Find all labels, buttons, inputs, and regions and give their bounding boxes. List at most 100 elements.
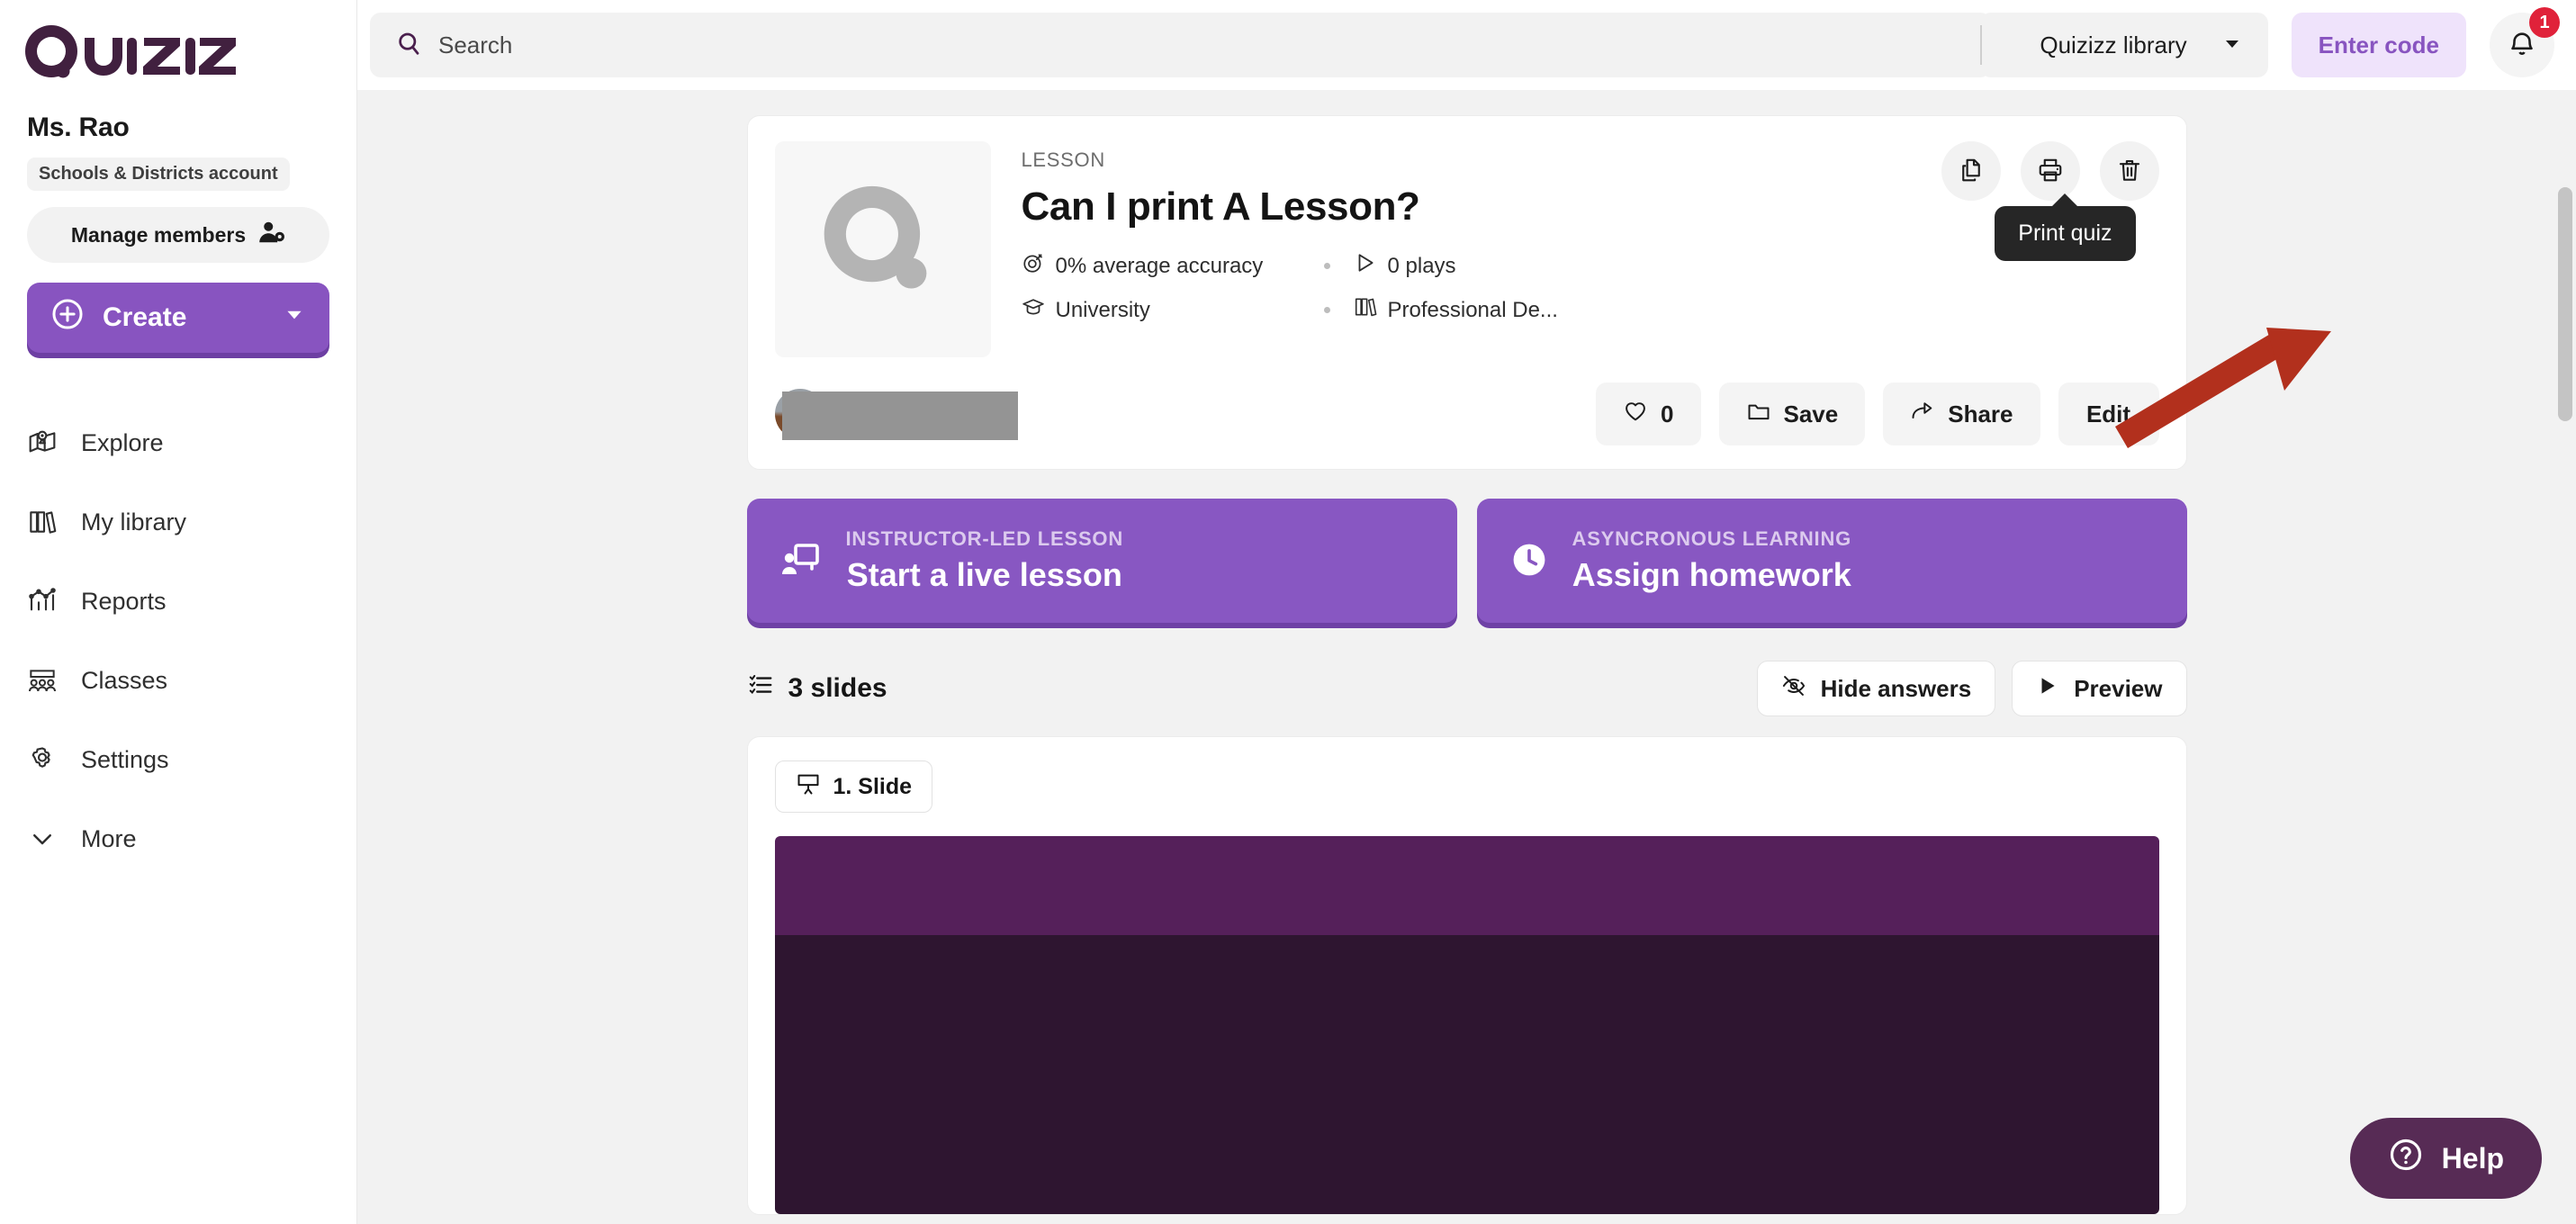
save-label: Save bbox=[1783, 400, 1839, 428]
sidebar-item-classes[interactable]: Classes bbox=[27, 641, 356, 720]
chevron-down-icon bbox=[2221, 32, 2243, 58]
manage-members-button[interactable]: Manage members bbox=[27, 207, 329, 263]
map-pin-icon bbox=[27, 428, 58, 458]
folder-icon bbox=[1746, 399, 1771, 430]
sidebar-item-label: Settings bbox=[81, 745, 169, 773]
slide-preview[interactable] bbox=[774, 836, 2159, 1214]
plus-circle-icon bbox=[50, 297, 85, 338]
quizizz-logo[interactable] bbox=[0, 0, 356, 84]
hide-answers-label: Hide answers bbox=[1820, 674, 1972, 702]
sidebar-item-label: Reports bbox=[81, 587, 167, 615]
meta-separator bbox=[1323, 307, 1330, 313]
lesson-mode-banners: INSTRUCTOR-LED LESSON Start a live lesso… bbox=[746, 499, 2187, 623]
meta-grade: University bbox=[1022, 295, 1301, 325]
lesson-action-buttons: 0 Save Share Edit bbox=[1596, 382, 2159, 446]
meta-row: University Professional De... bbox=[1022, 295, 2159, 325]
lesson-card: LESSON Can I print A Lesson? 0% average … bbox=[746, 115, 2187, 470]
author-info bbox=[774, 382, 1045, 446]
search-icon bbox=[395, 30, 422, 61]
books-icon bbox=[1354, 295, 1377, 325]
divider bbox=[1980, 25, 1983, 65]
target-icon bbox=[1022, 251, 1045, 281]
assign-homework-banner[interactable]: ASYNCRONOUS LEARNING Assign homework bbox=[1476, 499, 2187, 623]
duplicate-icon bbox=[1958, 157, 1985, 186]
preview-button[interactable]: Preview bbox=[2012, 661, 2187, 716]
banner-title: Start a live lesson bbox=[846, 556, 1122, 593]
sidebar-item-explore[interactable]: Explore bbox=[27, 403, 356, 482]
meta-separator bbox=[1323, 263, 1330, 269]
books-icon bbox=[27, 507, 58, 537]
question-circle-icon bbox=[2388, 1137, 2424, 1180]
preview-label: Preview bbox=[2074, 674, 2163, 702]
search-input[interactable]: Search bbox=[370, 13, 1992, 77]
meta-accuracy: 0% average accuracy bbox=[1022, 251, 1301, 281]
delete-button[interactable] bbox=[2099, 141, 2159, 201]
sidebar-item-label: More bbox=[81, 824, 137, 852]
enter-code-button[interactable]: Enter code bbox=[2291, 13, 2466, 77]
create-label: Create bbox=[103, 302, 187, 332]
bell-icon bbox=[2507, 29, 2537, 62]
content-scrollbar[interactable] bbox=[2558, 187, 2572, 1224]
list-icon bbox=[747, 671, 774, 706]
slides-count: 3 slides bbox=[747, 671, 887, 706]
banner-kicker: INSTRUCTOR-LED LESSON bbox=[845, 527, 1124, 550]
banner-kicker: ASYNCRONOUS LEARNING bbox=[1572, 527, 1852, 550]
slides-tools: Hide answers Preview bbox=[1756, 661, 2187, 716]
save-button[interactable]: Save bbox=[1718, 382, 1866, 446]
people-icon bbox=[27, 665, 58, 696]
sidebar-item-reports[interactable]: Reports bbox=[27, 562, 356, 641]
sidebar-item-label: My library bbox=[81, 508, 187, 536]
app-root: Ms. Rao Schools & Districts account Mana… bbox=[0, 0, 2576, 1224]
duplicate-button[interactable] bbox=[1941, 141, 2001, 201]
slide-number-badge[interactable]: 1. Slide bbox=[774, 760, 933, 813]
delete-icon bbox=[2116, 157, 2143, 186]
meta-grade-text: University bbox=[1055, 297, 1150, 322]
print-button[interactable] bbox=[2020, 141, 2080, 201]
slide-band-top bbox=[774, 836, 2159, 935]
like-button[interactable]: 0 bbox=[1596, 382, 1701, 446]
sidebar-item-my-library[interactable]: My library bbox=[27, 482, 356, 562]
main-area: Search Quizizz library Enter code 1 LESS… bbox=[357, 0, 2576, 1224]
edit-button[interactable]: Edit bbox=[2058, 382, 2159, 446]
lesson-meta: 0% average accuracy 0 plays University P… bbox=[1022, 251, 2159, 325]
lesson-card-actions bbox=[1941, 141, 2159, 201]
library-selector-label: Quizizz library bbox=[2040, 31, 2187, 58]
share-icon bbox=[1910, 399, 1935, 430]
quizizz-placeholder-icon bbox=[824, 185, 926, 289]
slides-count-label: 3 slides bbox=[788, 673, 887, 703]
sidebar-item-more[interactable]: More bbox=[27, 799, 356, 878]
lesson-footer: 0 Save Share Edit bbox=[774, 382, 2159, 446]
center-column: LESSON Can I print A Lesson? 0% average … bbox=[746, 115, 2187, 1215]
presenter-icon bbox=[779, 538, 823, 584]
sidebar: Ms. Rao Schools & Districts account Mana… bbox=[0, 0, 357, 1224]
help-button[interactable]: Help bbox=[2349, 1118, 2542, 1199]
scrollbar-thumb[interactable] bbox=[2558, 187, 2572, 421]
sidebar-item-label: Classes bbox=[81, 666, 168, 694]
start-live-lesson-banner[interactable]: INSTRUCTOR-LED LESSON Start a live lesso… bbox=[746, 499, 1457, 623]
search-placeholder: Search bbox=[438, 31, 513, 58]
library-selector[interactable]: Quizizz library bbox=[1980, 13, 2268, 77]
notifications-button[interactable]: 1 bbox=[2490, 7, 2560, 77]
heart-icon bbox=[1623, 399, 1648, 430]
manage-members-icon bbox=[258, 219, 285, 251]
slide-card: 1. Slide bbox=[746, 736, 2187, 1215]
create-button[interactable]: Create bbox=[27, 283, 329, 353]
chevron-down-icon bbox=[27, 824, 58, 854]
help-label: Help bbox=[2441, 1141, 2504, 1174]
hide-answers-button[interactable]: Hide answers bbox=[1756, 661, 1996, 716]
banner-text: INSTRUCTOR-LED LESSON Start a live lesso… bbox=[846, 527, 1124, 594]
notification-badge: 1 bbox=[2529, 7, 2560, 38]
meta-accuracy-text: 0% average accuracy bbox=[1055, 253, 1264, 278]
print-icon bbox=[2037, 157, 2064, 186]
sidebar-nav: Explore My library Reports Classes Setti… bbox=[0, 403, 356, 878]
lesson-thumbnail bbox=[774, 141, 991, 357]
share-button[interactable]: Share bbox=[1883, 382, 2040, 446]
chevron-down-icon bbox=[283, 302, 306, 333]
content-scroll-area: LESSON Can I print A Lesson? 0% average … bbox=[357, 90, 2576, 1224]
sidebar-item-settings[interactable]: Settings bbox=[27, 720, 356, 799]
meta-subject-text: Professional De... bbox=[1387, 297, 1558, 322]
bar-chart-icon bbox=[27, 586, 58, 616]
banner-title: Assign homework bbox=[1572, 556, 1851, 593]
redaction-overlay bbox=[781, 392, 1018, 440]
quizizz-logo-icon bbox=[24, 24, 236, 78]
